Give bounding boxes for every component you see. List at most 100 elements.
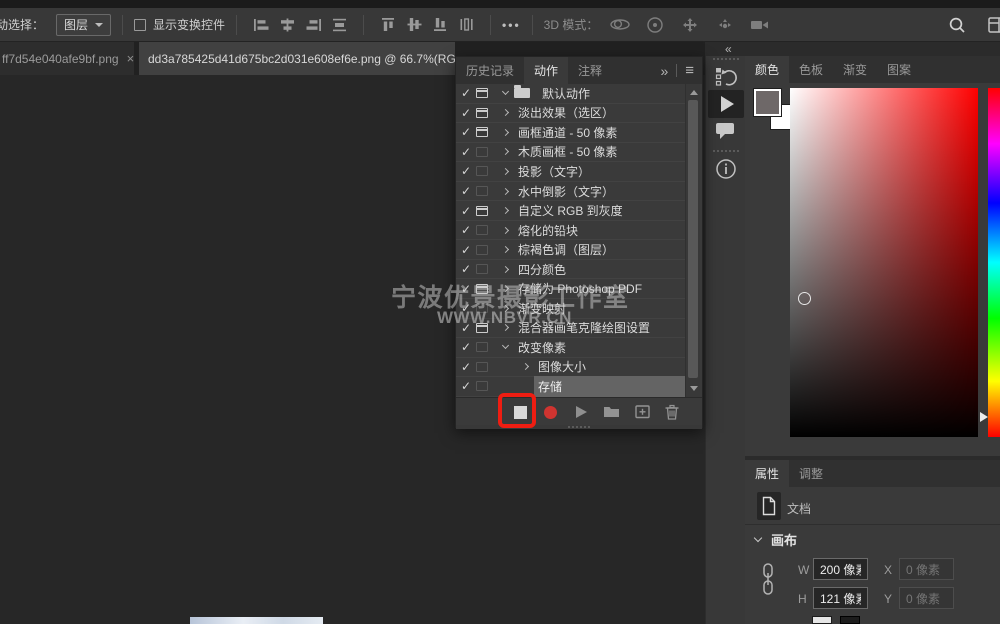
expand-chevron-icon[interactable] [496, 130, 514, 135]
dock-grip[interactable] [713, 150, 739, 152]
expand-chevron-icon[interactable] [496, 346, 514, 348]
tab-actions[interactable]: 动作 [524, 57, 568, 84]
dialog-toggle-icon[interactable] [476, 225, 488, 235]
action-row[interactable]: ✓存储 [456, 377, 686, 397]
dialog-toggle-icon[interactable] [476, 147, 488, 157]
3d-roll-icon[interactable] [642, 16, 668, 34]
saturation-brightness-field[interactable] [790, 88, 978, 437]
tab-color[interactable]: 颜色 [745, 56, 789, 83]
action-row[interactable]: ✓水中倒影（文字） [456, 182, 686, 202]
workspace-switcher-icon[interactable] [984, 16, 1000, 34]
tab-swatches[interactable]: 色板 [789, 56, 833, 83]
document-type-icon[interactable] [757, 492, 781, 520]
dialog-toggle-icon[interactable] [476, 186, 488, 196]
scroll-up-icon[interactable] [690, 90, 698, 95]
notes-panel-icon[interactable] [714, 121, 738, 141]
expand-chevron-icon[interactable] [496, 149, 514, 154]
collapse-panels-icon[interactable]: « [725, 42, 731, 56]
tab-properties[interactable]: 属性 [745, 460, 789, 487]
y-input[interactable] [899, 587, 954, 609]
item-enabled-check-icon[interactable]: ✓ [456, 244, 476, 256]
distribute-vertical-centers-icon[interactable] [326, 16, 352, 34]
action-row[interactable]: ✓画框通道 - 50 像素 [456, 123, 686, 143]
play-button[interactable] [576, 406, 587, 418]
more-options-icon[interactable]: ••• [502, 18, 521, 32]
auto-select-target-dropdown[interactable]: 图层 [56, 14, 111, 36]
color-cursor[interactable] [798, 292, 811, 305]
tab-gradients[interactable]: 渐变 [833, 56, 877, 83]
expand-chevron-icon[interactable] [496, 110, 514, 115]
expand-chevron-icon[interactable] [496, 92, 514, 94]
3d-orbit-icon[interactable] [607, 16, 633, 34]
item-enabled-check-icon[interactable]: ✓ [456, 107, 476, 119]
hue-slider[interactable] [988, 88, 1000, 437]
hue-slider-arrow-icon[interactable] [980, 412, 988, 422]
item-enabled-check-icon[interactable]: ✓ [456, 361, 476, 373]
align-top-edges-icon[interactable] [375, 16, 401, 34]
tab-notes[interactable]: 注释 [568, 57, 612, 84]
actions-panel-icon[interactable] [708, 90, 744, 118]
link-dimensions-icon[interactable] [761, 563, 775, 604]
close-tab-icon[interactable]: × [127, 51, 134, 66]
action-row[interactable]: ✓投影（文字） [456, 162, 686, 182]
dialog-toggle-icon[interactable] [476, 206, 488, 216]
doc-tab-active[interactable]: dd3a785425d41d675bc2d031e608ef6e.png @ 6… [139, 42, 455, 75]
dock-grip[interactable] [713, 58, 739, 60]
action-row[interactable]: ✓四分颜色 [456, 260, 686, 280]
history-panel-icon[interactable] [712, 65, 740, 89]
action-row[interactable]: ✓木质画框 - 50 像素 [456, 143, 686, 163]
dialog-toggle-icon[interactable] [476, 362, 488, 372]
actions-scrollbar[interactable] [685, 84, 700, 397]
expand-chevron-icon[interactable] [496, 228, 514, 233]
action-row[interactable]: ✓淡出效果（选区） [456, 104, 686, 124]
action-row[interactable]: ✓图像大小 [456, 358, 686, 378]
foreground-swatch[interactable] [754, 89, 781, 116]
align-left-edges-icon[interactable] [248, 16, 274, 34]
scroll-down-icon[interactable] [690, 386, 698, 391]
dialog-toggle-icon[interactable] [476, 264, 488, 274]
item-enabled-check-icon[interactable]: ✓ [456, 224, 476, 236]
item-enabled-check-icon[interactable]: ✓ [456, 341, 476, 353]
3d-camera-icon[interactable] [747, 16, 773, 34]
expand-chevron-icon[interactable] [496, 169, 514, 174]
3d-pan-icon[interactable] [677, 16, 703, 34]
width-input[interactable] [813, 558, 868, 580]
tab-adjustments[interactable]: 调整 [789, 460, 833, 487]
delete-action-button[interactable] [664, 404, 680, 423]
doc-tab-inactive[interactable]: ff7d54e040afe9bf.png × [0, 42, 134, 75]
dialog-toggle-icon[interactable] [476, 108, 488, 118]
search-icon[interactable] [944, 16, 970, 34]
dialog-toggle-icon[interactable] [476, 127, 488, 137]
new-action-button[interactable] [635, 404, 651, 422]
action-row[interactable]: ✓熔化的铅块 [456, 221, 686, 241]
3d-slide-icon[interactable] [712, 16, 738, 34]
item-enabled-check-icon[interactable]: ✓ [456, 146, 476, 158]
item-enabled-check-icon[interactable]: ✓ [456, 165, 476, 177]
align-right-edges-icon[interactable] [300, 16, 326, 34]
record-button[interactable] [544, 406, 557, 419]
show-transform-checkbox[interactable] [134, 19, 146, 31]
item-enabled-check-icon[interactable]: ✓ [456, 205, 476, 217]
section-collapse-chevron-icon[interactable] [754, 534, 762, 542]
action-row[interactable]: ✓改变像素 [456, 338, 686, 358]
expand-chevron-icon[interactable] [496, 247, 514, 252]
expand-chevron-icon[interactable] [516, 364, 534, 369]
expand-panel-icon[interactable]: » [660, 63, 668, 79]
expand-chevron-icon[interactable] [496, 189, 514, 194]
expand-chevron-icon[interactable] [496, 208, 514, 213]
item-enabled-check-icon[interactable]: ✓ [456, 87, 476, 99]
tab-history[interactable]: 历史记录 [456, 57, 524, 84]
dialog-toggle-icon[interactable] [476, 166, 488, 176]
panel-resize-grip[interactable] [456, 425, 702, 429]
distribute-horizontal-centers-icon[interactable] [453, 16, 479, 34]
new-set-folder-button[interactable] [603, 404, 620, 421]
item-enabled-check-icon[interactable]: ✓ [456, 263, 476, 275]
action-row[interactable]: ✓棕褐色调（图层） [456, 240, 686, 260]
item-enabled-check-icon[interactable]: ✓ [456, 126, 476, 138]
expand-chevron-icon[interactable] [496, 267, 514, 272]
action-row[interactable]: ✓默认动作 [456, 84, 686, 104]
item-enabled-check-icon[interactable]: ✓ [456, 185, 476, 197]
info-panel-icon[interactable] [714, 157, 738, 181]
align-horizontal-centers-icon[interactable] [401, 16, 427, 34]
dialog-toggle-icon[interactable] [476, 381, 488, 391]
